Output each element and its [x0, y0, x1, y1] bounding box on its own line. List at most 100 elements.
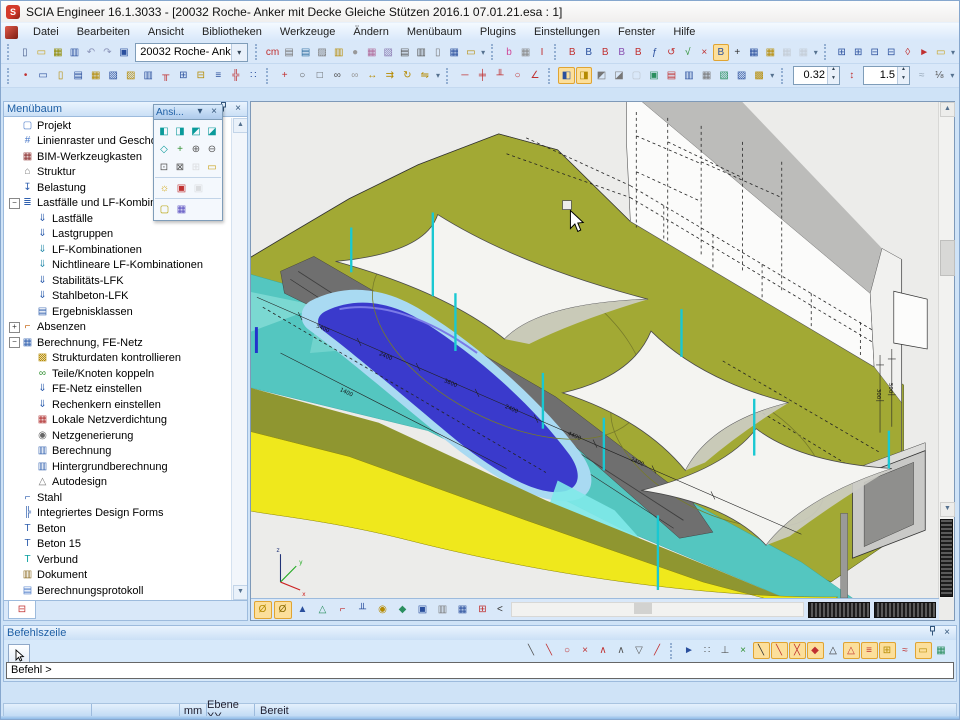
zoom-window-icon[interactable]: ⊡	[157, 159, 172, 175]
toolbar-grip[interactable]	[781, 68, 787, 84]
tree-item-stabilitäts-lfk[interactable]: ⇓Stabilitäts-LFK	[4, 273, 231, 289]
delete-icon[interactable]: ◊	[900, 44, 916, 61]
paste-properties-icon[interactable]: ⊟	[867, 44, 883, 61]
tree-item-strukturdaten-kontrollieren[interactable]: ▩Strukturdaten kontrollieren	[4, 351, 231, 367]
rib-icon[interactable]: ╥	[158, 67, 175, 84]
viewport-vertical-scrollbar[interactable]: ▲ ▼	[938, 102, 954, 598]
transparency-icon[interactable]: ▢	[628, 67, 645, 84]
load-case-new-icon[interactable]: B	[564, 44, 580, 61]
print-icon[interactable]: ▤	[397, 44, 413, 61]
internal-node-icon[interactable]: ∷	[245, 67, 262, 84]
tree-item-stahl[interactable]: ⌐Stahl	[4, 490, 231, 506]
menu-ansicht[interactable]: Ansicht	[139, 23, 193, 41]
snap-segment-icon[interactable]: ╱	[649, 642, 666, 659]
units-cm-icon[interactable]: cm	[265, 44, 281, 61]
new-folder-icon[interactable]: ▭	[933, 44, 949, 61]
tree-item-autodesign[interactable]: △Autodesign	[4, 475, 231, 491]
loads-display-icon[interactable]: ▩	[751, 67, 768, 84]
overflow-chevron-icon[interactable]: ▾	[479, 48, 487, 57]
beam-icon[interactable]: ▭	[35, 67, 52, 84]
window-menu-icon[interactable]	[5, 26, 18, 39]
render-hidden-lines-icon[interactable]: ◩	[593, 67, 610, 84]
load-functions-icon[interactable]: ƒ	[647, 44, 663, 61]
clipping-box-icon[interactable]: ▢	[157, 201, 173, 217]
tree-item-beton[interactable]: TBeton	[4, 521, 231, 537]
view-scale-spinner[interactable]: 0.32▲▼	[793, 66, 840, 85]
results-table-icon[interactable]: ▦	[746, 44, 762, 61]
column-icon[interactable]: ▯	[52, 67, 69, 84]
menu-men-baum[interactable]: Menübaum	[398, 23, 471, 41]
select-lasso-icon[interactable]: ○	[294, 67, 311, 84]
line-grid-snap-icon[interactable]: ⊥	[717, 642, 734, 659]
subregion-icon[interactable]: ▨	[122, 67, 139, 84]
fly-through-icon[interactable]: ►	[916, 44, 932, 61]
toolbar-grip[interactable]	[266, 68, 272, 84]
system-lines-icon[interactable]: ▧	[716, 67, 733, 84]
load-case-copy-icon[interactable]: B	[597, 44, 613, 61]
snap-midpoint-icon[interactable]: ╲	[753, 642, 770, 659]
snap-tangent-icon[interactable]: △	[825, 642, 842, 659]
overflow-chevron-icon[interactable]: ▾	[768, 71, 777, 80]
expand-icon[interactable]: +	[9, 322, 20, 333]
calculation-protocol-icon[interactable]: b	[501, 44, 517, 61]
snap-line-icon[interactable]: ╲	[523, 642, 540, 659]
activity-toggle-icon[interactable]: ⊞	[474, 601, 492, 619]
local-axes-icon[interactable]: ▥	[681, 67, 698, 84]
snap-curve-icon[interactable]: ≈	[897, 642, 914, 659]
mirror-geometry-icon[interactable]: ⇋	[417, 67, 434, 84]
ucs-axes-icon[interactable]: +	[173, 141, 188, 157]
toolbar-grip[interactable]	[548, 68, 554, 84]
load-panel-icon[interactable]: ⊞	[175, 67, 192, 84]
zoom-selection-icon[interactable]: ⊞	[189, 159, 204, 175]
view-y-direction-icon[interactable]: ◨	[173, 123, 188, 139]
ortho-mode-icon[interactable]: ×	[735, 642, 752, 659]
tree-item-berechnungsprotokoll[interactable]: ▤Berechnungsprotokoll	[4, 583, 231, 599]
move-node-icon[interactable]: +	[730, 44, 746, 61]
supports-display-icon[interactable]: ▨	[733, 67, 750, 84]
surfaces-toggle-icon[interactable]: Ø	[274, 601, 292, 619]
menu--ndern[interactable]: Ändern	[344, 23, 397, 41]
dot-grid-snap-icon[interactable]: ∷	[699, 642, 716, 659]
ansicht-toolbar-header[interactable]: Ansi... ▾ ×	[153, 104, 223, 120]
delete-viewpoint-icon[interactable]: ▣	[191, 180, 207, 196]
3d-viewport[interactable]: 5400 2400 3600 2400 4400 2400 1400 300 5…	[250, 101, 955, 621]
tree-item-absenzen[interactable]: +⌐Absenzen	[4, 320, 231, 336]
dimension-scale-icon[interactable]: ↕	[843, 67, 860, 84]
load-case-active-icon[interactable]: B	[713, 44, 729, 61]
view-x-direction-icon[interactable]: ◧	[157, 123, 172, 139]
loads-toggle-icon[interactable]: ◆	[394, 601, 412, 619]
tree-item-fe-netz-einstellen[interactable]: ⇓FE-Netz einstellen	[4, 382, 231, 398]
load-scale-spinner[interactable]: 1.5▲▼	[863, 66, 910, 85]
table-composer-icon[interactable]: ▦	[763, 44, 779, 61]
pin-icon[interactable]	[926, 626, 938, 640]
viewport-horizontal-scrollbar[interactable]	[511, 602, 804, 617]
shell-icon[interactable]: ▥	[140, 67, 157, 84]
toolbar-grip[interactable]	[670, 643, 676, 659]
copy-geometry-icon[interactable]: ⇉	[382, 67, 399, 84]
font-scale-icon[interactable]: ⅛	[931, 67, 948, 84]
close-icon[interactable]: ×	[941, 627, 953, 639]
overflow-chevron-icon[interactable]: ▾	[948, 71, 957, 80]
catalog-block-icon[interactable]: ⊟	[193, 67, 210, 84]
load-history-icon[interactable]: ↺	[664, 44, 680, 61]
snap-grid-points-icon[interactable]: ⊞	[879, 642, 896, 659]
axonometric-view-icon[interactable]: ◪	[205, 123, 220, 139]
collapse-icon[interactable]: −	[9, 198, 20, 209]
snap-vertex-icon[interactable]: ∧	[595, 642, 612, 659]
tree-item-rechenkern-einstellen[interactable]: ⇓Rechenkern einstellen	[4, 397, 231, 413]
toolbar-grip[interactable]	[554, 44, 560, 60]
3d-scene[interactable]: 5400 2400 3600 2400 4400 2400 1400 300 5…	[251, 102, 939, 598]
combo-dropdown-icon[interactable]: ▾	[231, 44, 247, 61]
rotate-geometry-icon[interactable]: ↻	[399, 67, 416, 84]
snap-line-division-icon[interactable]: ≡	[861, 642, 878, 659]
menu-einstellungen[interactable]: Einstellungen	[525, 23, 609, 41]
menu-plugins[interactable]: Plugins	[471, 23, 525, 41]
snap-line-point-icon[interactable]: ╲	[541, 642, 558, 659]
snap-plane-icon[interactable]: ▽	[631, 642, 648, 659]
menu-bibliotheken[interactable]: Bibliotheken	[193, 23, 271, 41]
concrete-setup-icon[interactable]: ●	[347, 44, 363, 61]
zoom-out-icon[interactable]: ⊖	[205, 141, 220, 157]
cross-sections-icon[interactable]: ▤	[281, 44, 297, 61]
tree-item-lastgruppen[interactable]: ⇓Lastgruppen	[4, 227, 231, 243]
overflow-chevron-icon[interactable]: ▾	[949, 48, 957, 57]
